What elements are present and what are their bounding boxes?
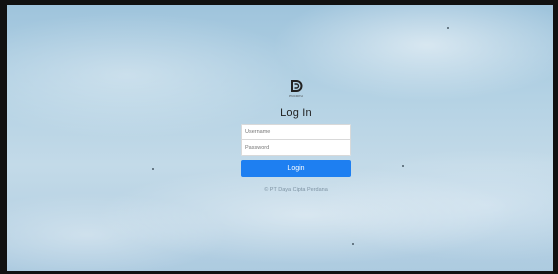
username-input[interactable] bbox=[241, 124, 351, 140]
copyright-text: © PT Daya Cipta Perdana bbox=[264, 187, 328, 193]
bird-speck bbox=[152, 168, 154, 170]
bird-speck bbox=[447, 27, 449, 29]
app-window: PNCDPH Log In Login © PT Daya Cipta Perd… bbox=[0, 0, 558, 274]
login-panel: PNCDPH Log In Login © PT Daya Cipta Perd… bbox=[241, 79, 351, 193]
bird-speck bbox=[352, 243, 354, 245]
page-title: Log In bbox=[280, 107, 312, 119]
brand-logo-icon bbox=[291, 80, 303, 92]
bird-speck bbox=[402, 165, 404, 167]
brand-logo-text: PNCDPH bbox=[289, 94, 303, 98]
password-input[interactable] bbox=[241, 140, 351, 156]
credentials-group bbox=[241, 124, 351, 156]
login-button[interactable]: Login bbox=[241, 160, 351, 177]
